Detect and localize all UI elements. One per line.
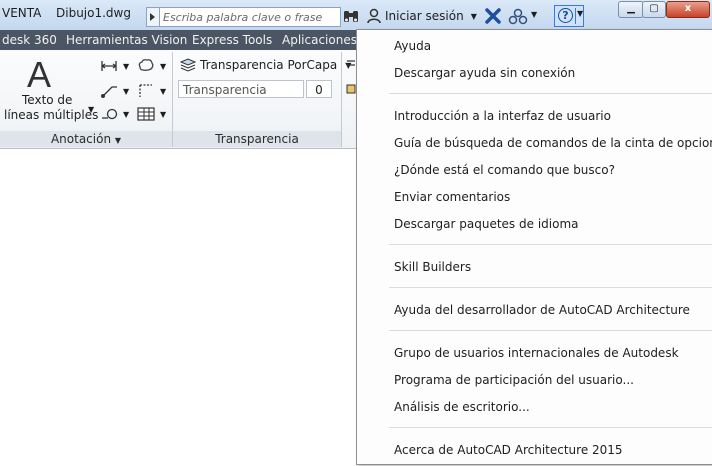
help-dropdown-menu: Ayuda Descargar ayuda sin conexión Intro… [356, 29, 712, 465]
annotation-panel-title[interactable]: Anotación ▼ [0, 131, 172, 147]
chevron-down-icon[interactable]: ▼ [531, 10, 537, 19]
mtext-label-line2[interactable]: líneas múltiples [4, 108, 98, 122]
user-icon [367, 8, 381, 24]
tab-autodesk-360[interactable]: desk 360 [2, 33, 57, 47]
help-question-icon: ? [558, 8, 573, 23]
menu-item-send-feedback[interactable]: Enviar comentarios [394, 186, 510, 208]
chevron-down-icon: ▼ [577, 9, 584, 18]
menu-separator [389, 93, 712, 94]
menu-item-ribbon-command-search[interactable]: Guía de búsqueda de comandos de la cinta… [394, 132, 712, 154]
autodesk-360-icon[interactable] [508, 7, 528, 25]
menu-item-user-group[interactable]: Grupo de usuarios internacionales de Aut… [394, 342, 679, 364]
sign-in-button[interactable]: Iniciar sesión ▼ [366, 6, 477, 26]
transparency-bylayer-label: Transparencia PorCapa [200, 58, 338, 72]
menu-item-where-is-command[interactable]: ¿Dónde está el comando que busco? [394, 159, 615, 181]
menu-item-download-language-packs[interactable]: Descargar paquetes de idioma [394, 213, 578, 235]
menu-item-developer-help[interactable]: Ayuda del desarrollador de AutoCAD Archi… [394, 299, 690, 321]
menu-item-participation-program[interactable]: Programa de participación del usuario... [394, 369, 634, 391]
revision-cloud-icon[interactable] [137, 57, 155, 73]
annotation-panel-label: Anotación [50, 132, 112, 146]
search-expand-arrow-icon[interactable] [146, 7, 160, 27]
chevron-down-icon: ▼ [114, 136, 122, 145]
tab-herramientas-vision[interactable]: Herramientas Vision [66, 33, 187, 47]
menu-separator [389, 244, 712, 245]
binoculars-icon[interactable] [342, 7, 360, 25]
chevron-down-icon[interactable]: ▼ [160, 62, 166, 71]
document-title: Dibujo1.dwg [56, 6, 131, 20]
help-button[interactable]: ? ▼ [554, 5, 584, 27]
transparency-bylayer-dropdown[interactable]: Transparencia PorCapa ▼ [180, 58, 351, 72]
chevron-down-icon[interactable]: ▼ [123, 110, 129, 119]
menu-item-about[interactable]: Acerca de AutoCAD Architecture 2015 [394, 439, 623, 461]
exchange-apps-icon[interactable] [484, 7, 502, 25]
panel-divider [341, 52, 342, 147]
multileader-icon[interactable] [137, 83, 155, 99]
chevron-down-icon[interactable]: ▼ [160, 110, 166, 119]
minimize-button[interactable]: ▁ [618, 1, 644, 18]
chevron-down-icon[interactable]: ▼ [123, 87, 129, 96]
menu-separator [389, 287, 712, 288]
app-label: VENTA [2, 6, 42, 20]
leader-icon[interactable] [100, 83, 118, 99]
close-button[interactable]: x [666, 1, 710, 18]
table-icon[interactable] [137, 106, 155, 122]
sign-in-label: Iniciar sesión [385, 9, 464, 23]
layers-icon [180, 58, 196, 72]
menu-item-download-offline-help[interactable]: Descargar ayuda sin conexión [394, 62, 575, 84]
tab-express-tools[interactable]: Express Tools [192, 33, 272, 47]
mtext-label-line1[interactable]: Texto de [22, 93, 72, 107]
title-bar: VENTA Dibujo1.dwg Iniciar sesión ▼ ▼ ? ▼… [0, 0, 712, 31]
menu-item-skill-builders[interactable]: Skill Builders [394, 256, 471, 278]
maximize-button[interactable]: ▢ [642, 1, 666, 18]
tolerance-icon[interactable] [100, 106, 118, 122]
transparency-slider-field[interactable]: Transparencia [178, 80, 304, 98]
menu-separator [389, 427, 712, 428]
chevron-down-icon: ▼ [470, 11, 477, 21]
divider [575, 8, 576, 24]
chevron-down-icon[interactable]: ▼ [88, 105, 94, 114]
multiline-text-icon[interactable]: A [27, 54, 51, 96]
search-input[interactable] [159, 7, 341, 27]
menu-item-ui-introduction[interactable]: Introducción a la interfaz de usuario [394, 105, 611, 127]
transparency-panel-title: Transparencia [173, 131, 341, 147]
menu-separator [389, 330, 712, 331]
dimension-icon[interactable] [100, 58, 118, 74]
menu-item-desktop-analytics[interactable]: Análisis de escritorio... [394, 396, 530, 418]
menu-item-help[interactable]: Ayuda [394, 35, 431, 57]
transparency-value-input[interactable]: 0 [306, 80, 332, 98]
chevron-down-icon[interactable]: ▼ [123, 62, 129, 71]
chevron-down-icon[interactable]: ▼ [160, 87, 166, 96]
